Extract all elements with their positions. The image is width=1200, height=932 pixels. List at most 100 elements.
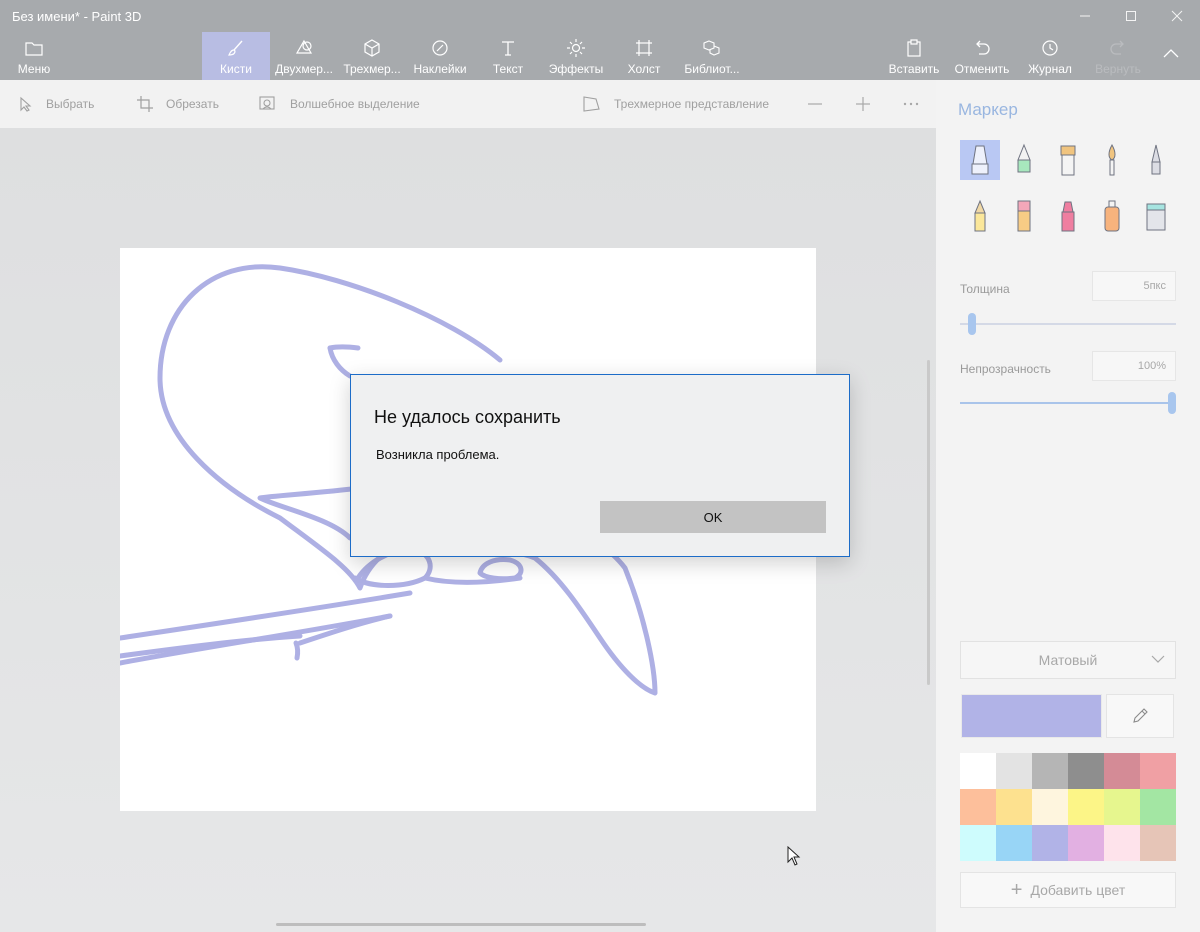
thickness-label: Толщина (960, 282, 1010, 296)
fill-bucket-icon (1146, 203, 1166, 231)
pencil-brush[interactable] (960, 196, 1000, 236)
history-button[interactable]: Журнал (1020, 32, 1080, 80)
maximize-button[interactable] (1108, 0, 1154, 32)
plus-icon: + (1010, 879, 1023, 901)
chevron-up-icon (1163, 49, 1179, 58)
spray-can-brush[interactable] (1092, 196, 1132, 236)
menu-label: Меню (17, 62, 51, 76)
tab-3d-shapes[interactable]: Трехмер... (338, 32, 406, 80)
paste-label: Вставить (888, 62, 940, 76)
tab-canvas[interactable]: Холст (610, 32, 678, 80)
add-color-button[interactable]: + Добавить цвет (960, 872, 1176, 908)
watercolor-brush[interactable] (1092, 140, 1132, 180)
mouse-cursor (787, 845, 801, 871)
tab-text[interactable]: Текст (474, 32, 542, 80)
crayon-icon (1061, 201, 1075, 232)
current-color-swatch[interactable] (961, 694, 1102, 738)
crop-button[interactable]: Обрезать (136, 94, 219, 114)
marker-brush[interactable] (960, 140, 1000, 180)
color-swatch[interactable] (1140, 825, 1176, 861)
marker-icon (971, 145, 989, 175)
tab-library[interactable]: Библиот... (678, 32, 746, 80)
color-swatch[interactable] (1068, 825, 1104, 861)
eyedropper-button[interactable] (1106, 694, 1174, 738)
vertical-scrollbar[interactable] (927, 360, 930, 685)
thickness-input[interactable]: 5пкс (1092, 271, 1176, 301)
pixel-pen-brush[interactable] (1136, 140, 1176, 180)
dialog-title: Не удалось сохранить (374, 407, 561, 427)
color-swatch[interactable] (1032, 753, 1068, 789)
redo-label: Вернуть (1095, 62, 1141, 76)
tab-effects[interactable]: Эффекты (542, 32, 610, 80)
minimize-icon (1080, 15, 1090, 17)
shapes-2d-icon (295, 39, 313, 54)
color-swatch[interactable] (996, 825, 1032, 861)
more-options-button[interactable] (902, 94, 920, 114)
opacity-slider-thumb[interactable] (1168, 392, 1176, 414)
zoom-out-button[interactable] (806, 94, 824, 114)
tab-brushes[interactable]: Кисти (202, 32, 270, 80)
window-title: Без имени* - Paint 3D (12, 9, 142, 24)
finish-dropdown[interactable]: Матовый (960, 641, 1176, 679)
chevron-down-icon (1151, 655, 1165, 663)
color-swatch[interactable] (960, 789, 996, 825)
tab-stickers[interactable]: Наклейки (406, 32, 474, 80)
opacity-label: Непрозрачность (960, 362, 1051, 376)
tab-2d-shapes[interactable]: Двухмер... (270, 32, 338, 80)
eraser-brush[interactable] (1004, 196, 1044, 236)
select-button[interactable]: Выбрать (18, 94, 94, 114)
fill-bucket-brush[interactable] (1136, 196, 1176, 236)
color-swatch[interactable] (1068, 753, 1104, 789)
magic-select-button[interactable]: Волшебное выделение (258, 94, 420, 114)
minimize-button[interactable] (1062, 0, 1108, 32)
opacity-input[interactable]: 100% (1092, 351, 1176, 381)
redo-button[interactable]: Вернуть (1088, 32, 1148, 80)
color-palette (960, 753, 1176, 861)
thickness-slider[interactable] (960, 323, 1176, 325)
color-swatch[interactable] (1104, 825, 1140, 861)
color-swatch[interactable] (960, 753, 996, 789)
add-color-label: Добавить цвет (1030, 882, 1126, 898)
eyedropper-icon (1133, 708, 1148, 723)
error-dialog: Не удалось сохранить Возникла проблема. … (350, 374, 850, 557)
view-3d-icon (583, 96, 600, 112)
library-icon (703, 40, 720, 56)
tab-stickers-label: Наклейки (413, 62, 467, 76)
horizontal-scrollbar[interactable] (276, 923, 646, 926)
color-swatch[interactable] (1032, 789, 1068, 825)
color-swatch[interactable] (996, 753, 1032, 789)
brush-icon (228, 40, 243, 56)
color-swatch[interactable] (996, 789, 1032, 825)
collapse-ribbon-button[interactable] (1162, 46, 1180, 64)
pixel-pen-icon (1151, 144, 1161, 175)
color-swatch[interactable] (1104, 789, 1140, 825)
view-3d-button[interactable]: Трехмерное представление (582, 94, 769, 114)
cursor-arrow-icon (787, 845, 801, 866)
color-swatch[interactable] (1140, 753, 1176, 789)
opacity-slider[interactable] (960, 402, 1172, 404)
color-swatch[interactable] (1140, 789, 1176, 825)
color-swatch[interactable] (1068, 789, 1104, 825)
dialog-message: Возникла проблема. (376, 447, 500, 462)
pencil-icon (974, 199, 986, 232)
spray-can-icon (1104, 200, 1120, 232)
close-button[interactable] (1154, 0, 1200, 32)
undo-icon (976, 40, 990, 55)
undo-label: Отменить (954, 62, 1010, 76)
menu-button[interactable]: Меню (10, 32, 58, 80)
ok-button[interactable]: OK (600, 501, 826, 533)
crayon-brush[interactable] (1048, 196, 1088, 236)
tab-text-label: Текст (492, 62, 524, 76)
oil-brush[interactable] (1048, 140, 1088, 180)
zoom-in-button[interactable] (854, 94, 872, 114)
color-swatch[interactable] (1104, 753, 1140, 789)
calligraphy-pen-brush[interactable] (1004, 140, 1044, 180)
undo-button[interactable]: Отменить (950, 32, 1014, 80)
paste-button[interactable]: Вставить (884, 32, 944, 80)
history-icon (1042, 40, 1058, 56)
canvas-icon (636, 40, 652, 56)
color-swatch[interactable] (960, 825, 996, 861)
history-label: Журнал (1028, 62, 1072, 76)
color-swatch[interactable] (1032, 825, 1068, 861)
thickness-slider-thumb[interactable] (968, 313, 976, 335)
